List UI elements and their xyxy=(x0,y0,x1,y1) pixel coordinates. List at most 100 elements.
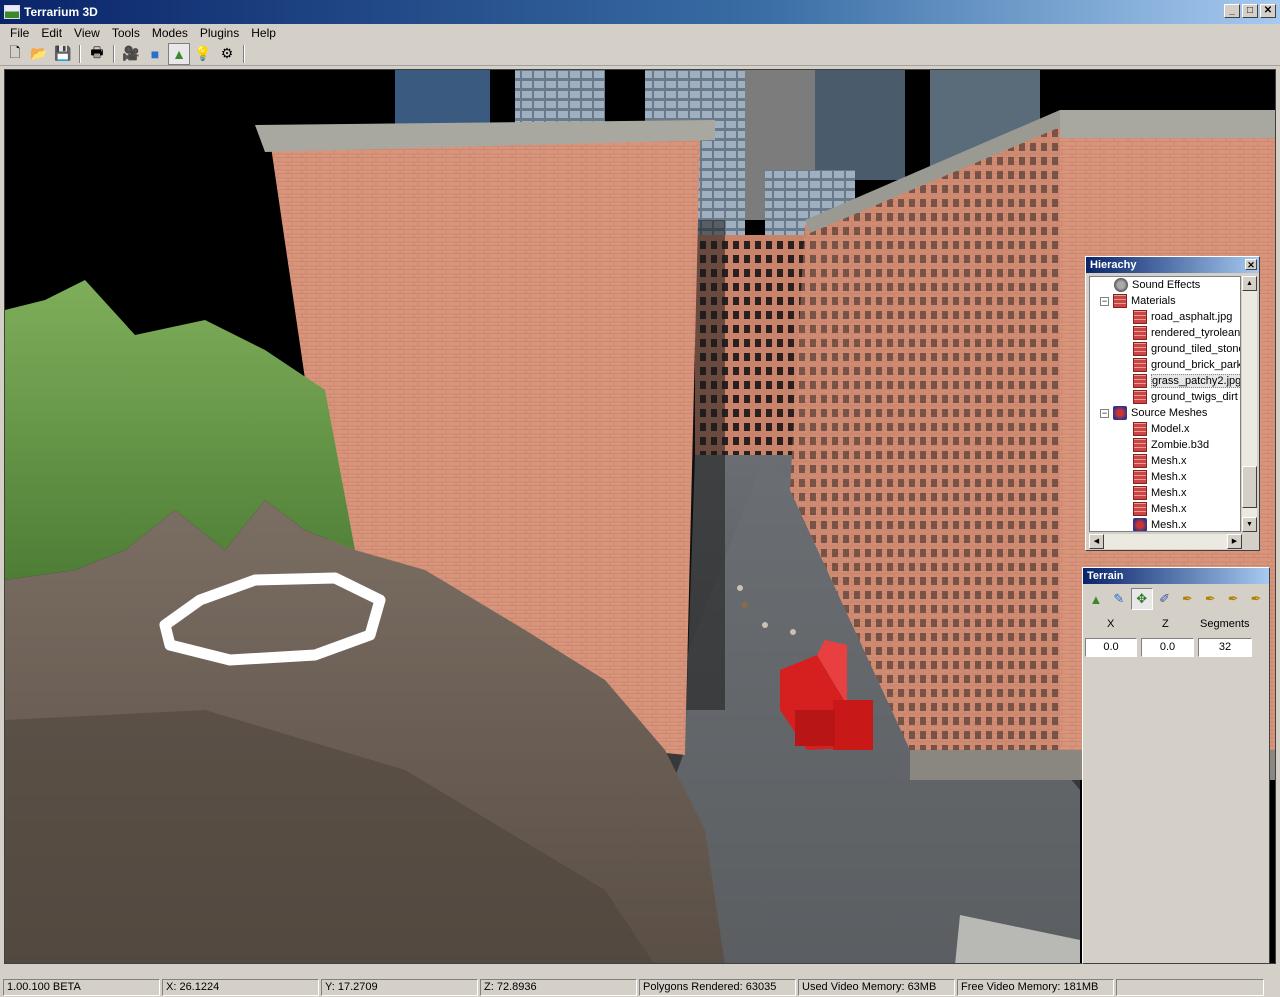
status-bar: 1.00.100 BETA X: 26.1224 Y: 17.2709 Z: 7… xyxy=(0,977,1280,997)
menu-plugins[interactable]: Plugins xyxy=(194,24,245,42)
texture-icon xyxy=(1133,438,1147,452)
menu-file[interactable]: File xyxy=(4,24,35,42)
tree-item-label: road_asphalt.jpg xyxy=(1151,311,1233,323)
mesh-folder-icon xyxy=(1113,406,1127,420)
eyedropper-icon[interactable]: ✒ xyxy=(1199,588,1221,610)
camera-icon[interactable]: 🎥 xyxy=(120,43,142,65)
terrain-title: Terrain xyxy=(1083,568,1269,584)
y-coordinate-status: Y: 17.2709 xyxy=(321,978,478,996)
close-button[interactable]: ✕ xyxy=(1260,4,1276,18)
tree-item-label: ground_twigs_dirt xyxy=(1151,391,1238,403)
new-file-icon[interactable]: 🗋 xyxy=(4,43,26,65)
hierarchy-title-text: Hierachy xyxy=(1090,259,1137,271)
tree-item-label: ground_tiled_stone xyxy=(1151,343,1241,355)
tree-item[interactable]: − Source Meshes xyxy=(1100,405,1207,421)
terrain-icon[interactable]: ▲ xyxy=(1085,588,1107,610)
z-field[interactable]: 0.0 xyxy=(1141,638,1194,657)
maximize-button[interactable]: □ xyxy=(1242,4,1258,18)
used-video-memory-status: Used Video Memory: 63MB xyxy=(798,978,955,996)
hierarchy-vertical-scrollbar[interactable]: ▲ ▼ xyxy=(1242,276,1257,532)
texture-icon xyxy=(1133,374,1147,388)
tree-item-label: Materials xyxy=(1131,295,1176,307)
toolbar-separator xyxy=(113,44,115,63)
scroll-right-icon[interactable]: ▶ xyxy=(1227,534,1242,549)
move-icon[interactable]: ✥ xyxy=(1130,588,1153,610)
toolbar-separator xyxy=(243,44,245,63)
tree-item[interactable]: rendered_tyrolean xyxy=(1133,325,1240,341)
texture-icon xyxy=(1133,326,1147,340)
scroll-up-icon[interactable]: ▲ xyxy=(1242,276,1257,291)
title-bar: Terrarium 3D _ □ ✕ xyxy=(0,0,1280,24)
tree-item[interactable]: ground_tiled_stone xyxy=(1133,341,1241,357)
brush-icon[interactable]: ✐ xyxy=(1154,588,1176,610)
paint-icon[interactable]: ✎ xyxy=(1108,588,1130,610)
toolbar-separator xyxy=(79,44,81,63)
menu-edit[interactable]: Edit xyxy=(35,24,68,42)
tree-item-label: Zombie.b3d xyxy=(1151,439,1210,451)
segments-field[interactable]: 32 xyxy=(1198,638,1252,657)
menu-help[interactable]: Help xyxy=(245,24,282,42)
hierarchy-panel: Hierachy ✕ Sound Effects − Materials roa… xyxy=(1085,256,1260,551)
hierarchy-close-button[interactable]: ✕ xyxy=(1245,259,1257,270)
menu-tools[interactable]: Tools xyxy=(106,24,146,42)
menu-view[interactable]: View xyxy=(68,24,106,42)
tree-item-label: grass_patchy2.jpg xyxy=(1151,374,1241,388)
tree-item-label: Mesh.x xyxy=(1151,487,1187,499)
texture-icon xyxy=(1133,502,1147,516)
hierarchy-horizontal-scrollbar[interactable]: ◀ ▶ xyxy=(1089,534,1242,549)
x-label: X xyxy=(1107,618,1115,630)
tree-item[interactable]: Sound Effects xyxy=(1114,277,1200,293)
status-extra xyxy=(1116,978,1264,996)
scroll-down-icon[interactable]: ▼ xyxy=(1242,517,1257,532)
tree-item-selected[interactable]: grass_patchy2.jpg xyxy=(1133,373,1241,389)
tree-item[interactable]: ground_brick_park xyxy=(1133,357,1240,373)
tree-item[interactable]: Mesh.x xyxy=(1133,453,1186,469)
tree-item-label: Mesh.x xyxy=(1151,471,1187,483)
x-field[interactable]: 0.0 xyxy=(1085,638,1137,657)
scroll-left-icon[interactable]: ◀ xyxy=(1089,534,1104,549)
sound-icon xyxy=(1114,278,1128,292)
save-icon[interactable]: 💾 xyxy=(52,43,74,65)
tree-item[interactable]: Mesh.x xyxy=(1133,485,1186,501)
tree-item[interactable]: Model.x xyxy=(1133,421,1190,437)
tree-item[interactable]: road_asphalt.jpg xyxy=(1133,309,1232,325)
tree-item-label: Source Meshes xyxy=(1131,407,1208,419)
eyedropper-icon[interactable]: ✒ xyxy=(1222,588,1244,610)
texture-icon xyxy=(1133,486,1147,500)
eyedropper-icon[interactable]: ✒ xyxy=(1177,588,1199,610)
texture-icon xyxy=(1133,358,1147,372)
z-label: Z xyxy=(1162,618,1169,630)
tree-item[interactable]: Zombie.b3d xyxy=(1133,437,1209,453)
collapse-icon[interactable]: − xyxy=(1100,296,1109,306)
print-icon[interactable]: 🖶 xyxy=(86,43,108,65)
tree-item-label: Model.x xyxy=(1151,423,1190,435)
scroll-thumb[interactable] xyxy=(1242,466,1257,508)
tree-item[interactable]: Mesh.x xyxy=(1133,517,1186,531)
texture-icon xyxy=(1133,342,1147,356)
sound-icon[interactable]: ⚙ xyxy=(216,43,238,65)
tree-item[interactable]: ground_twigs_dirt xyxy=(1133,389,1238,405)
light-bulb-icon[interactable]: 💡 xyxy=(192,43,214,65)
open-folder-icon[interactable]: 📂 xyxy=(28,43,50,65)
tree-item[interactable]: Mesh.x xyxy=(1133,501,1186,517)
mesh-icon xyxy=(1133,518,1147,531)
terrain-icon[interactable]: ▲ xyxy=(168,42,190,65)
cube-icon[interactable]: ■ xyxy=(144,43,166,65)
eyedropper-icon[interactable]: ✒ xyxy=(1245,588,1267,610)
texture-icon xyxy=(1133,422,1147,436)
minimize-button[interactable]: _ xyxy=(1224,4,1240,18)
hierarchy-tree[interactable]: Sound Effects − Materials road_asphalt.j… xyxy=(1089,276,1241,532)
tree-item-label: Sound Effects xyxy=(1132,279,1201,291)
version-status: 1.00.100 BETA xyxy=(3,978,160,996)
x-coordinate-status: X: 26.1224 xyxy=(162,978,319,996)
hierarchy-title: Hierachy ✕ xyxy=(1086,257,1259,273)
menu-modes[interactable]: Modes xyxy=(146,24,194,42)
collapse-icon[interactable]: − xyxy=(1100,408,1109,418)
toolbar: 🗋 📂 💾 🖶 🎥 ■ ▲ 💡 ⚙ xyxy=(0,42,1280,66)
tree-item[interactable]: − Materials xyxy=(1100,293,1176,309)
tree-item[interactable]: Mesh.x xyxy=(1133,469,1186,485)
material-folder-icon xyxy=(1113,294,1127,308)
app-logo-icon xyxy=(4,5,20,19)
terrain-panel: Terrain ▲ ✎ ✥ ✐ ✒ ✒ ✒ ✒ X Z Segments 0.0… xyxy=(1082,567,1270,964)
tree-item-label: rendered_tyrolean xyxy=(1151,327,1241,339)
